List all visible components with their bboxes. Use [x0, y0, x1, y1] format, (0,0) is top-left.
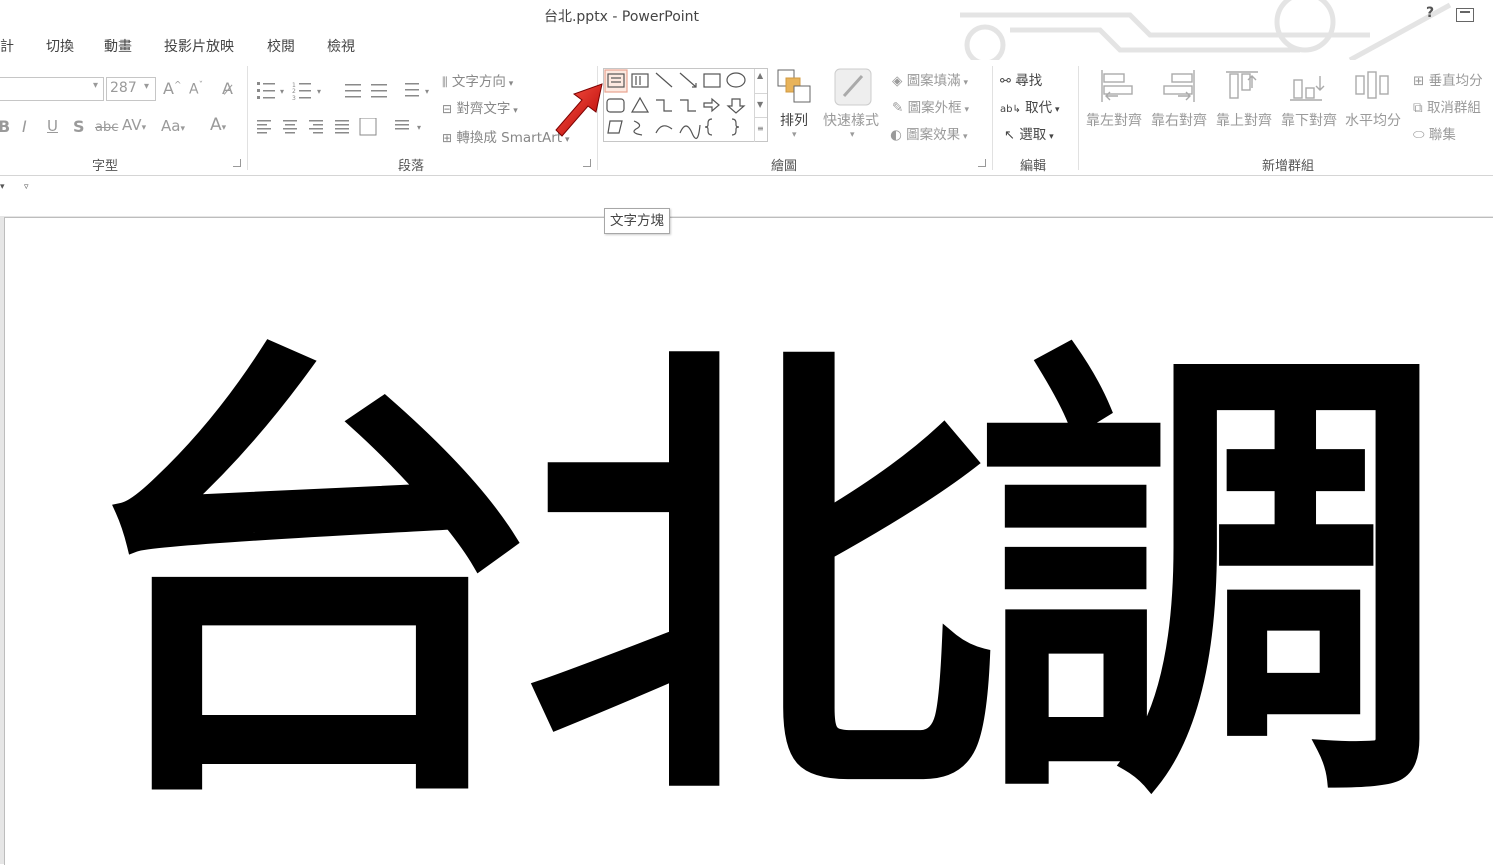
find-button[interactable]: ⚯ 尋找: [1000, 69, 1042, 89]
font-name-input[interactable]: ▾: [0, 77, 104, 101]
shapes-gallery[interactable]: ▲ ▼ ≡: [603, 68, 768, 142]
convert-smartart-button[interactable]: ⊞ 轉換成 SmartArt ▾: [442, 126, 569, 146]
tab-slideshow[interactable]: 投影片放映: [164, 36, 234, 56]
ungroup-icon: ⧉: [1413, 100, 1423, 116]
ribbon-tabs: 計 切換 動畫 投影片放映 校閱 檢視: [0, 32, 1493, 58]
character-spacing-icon[interactable]: AV▾: [122, 116, 146, 134]
slide-canvas[interactable]: 台北調: [4, 217, 1493, 865]
group-separator: [247, 66, 248, 170]
ungroup-button[interactable]: ⧉ 取消群組: [1413, 96, 1481, 116]
text-direction-button[interactable]: ⫼ 文字方向 ▾: [442, 70, 513, 90]
tab-view[interactable]: 檢視: [327, 36, 355, 56]
group-separator: [1078, 66, 1079, 170]
shrink-font-icon[interactable]: Aˇ: [189, 81, 203, 98]
distribute-vertical-button[interactable]: ⊞ 垂直均分: [1413, 69, 1483, 89]
align-left-button[interactable]: 靠左對齊: [1086, 110, 1142, 130]
svg-text:▾: ▾: [425, 87, 429, 96]
shapes-gallery-items[interactable]: [604, 69, 754, 141]
align-text-button[interactable]: ⊟ 對齊文字 ▾: [442, 97, 518, 117]
select-button[interactable]: ↖ 選取 ▾: [1004, 123, 1054, 143]
slide-text[interactable]: 台北調: [75, 323, 1475, 843]
cursor-icon: ↖: [1004, 128, 1015, 143]
dropdown-icon[interactable]: ▾: [0, 182, 5, 192]
quick-styles-button[interactable]: 快速樣式: [823, 110, 879, 130]
drawing-group-label: 繪圖: [771, 159, 798, 174]
paragraph-group-label: 段落: [398, 159, 425, 174]
align-bottom-button[interactable]: 靠下對齊: [1281, 110, 1337, 130]
tab-design[interactable]: 計: [0, 36, 14, 56]
paragraph-alignment-icons[interactable]: ▾: [257, 118, 432, 136]
svg-text:▾: ▾: [417, 123, 421, 132]
font-color-icon[interactable]: A▾: [210, 115, 226, 135]
svg-text:3: 3: [292, 95, 296, 102]
font-size-input[interactable]: 287 ▾: [106, 77, 156, 101]
list-indent-icons[interactable]: ▾ 1 2 3 ▾ ▾: [255, 80, 435, 102]
text-shadow-icon[interactable]: S: [73, 117, 85, 136]
italic-icon[interactable]: I: [22, 117, 27, 136]
shape-effects-button[interactable]: ◐ 圖案效果 ▾: [890, 123, 967, 143]
group-separator: [992, 66, 993, 170]
grow-font-icon[interactable]: A^: [163, 79, 182, 98]
shape-fill-button[interactable]: ◈ 圖案填滿 ▾: [892, 69, 968, 89]
editing-group-label: 編輯: [1020, 159, 1047, 174]
custom-group-label: 新增群組: [1262, 159, 1315, 174]
title-bar: 台北.pptx - PowerPoint ?: [0, 0, 1493, 62]
svg-text:▾: ▾: [280, 87, 284, 96]
svg-text:▾: ▾: [317, 87, 321, 96]
customize-toolbar-icon[interactable]: ▿: [24, 182, 29, 192]
arrange-button[interactable]: 排列: [780, 110, 808, 130]
align-right-button[interactable]: 靠右對齊: [1151, 110, 1207, 130]
strikethrough-icon[interactable]: abc: [95, 120, 118, 135]
gallery-more-icon[interactable]: ≡: [754, 117, 767, 142]
font-dialog-launcher-icon[interactable]: [233, 159, 241, 167]
arrange-icon[interactable]: [776, 68, 812, 106]
quick-styles-icon[interactable]: [834, 68, 872, 106]
union-icon: ⬭: [1413, 127, 1425, 143]
slide-workspace: 台北調: [0, 216, 1493, 865]
tooltip: 文字方塊: [604, 208, 670, 234]
font-group-label: 字型: [92, 159, 119, 174]
drawing-dialog-launcher-icon[interactable]: [978, 159, 986, 167]
gallery-scroll-up-icon[interactable]: ▲: [754, 69, 767, 93]
shape-outline-button[interactable]: ✎ 圖案外框 ▾: [892, 96, 969, 116]
align-top-button[interactable]: 靠上對齊: [1216, 110, 1272, 130]
bold-icon[interactable]: B: [0, 117, 10, 136]
distribute-horizontal-button[interactable]: 水平均分: [1345, 110, 1401, 130]
change-case-icon[interactable]: Aa▾: [161, 117, 185, 135]
replace-button[interactable]: ab↳ 取代 ▾: [1000, 96, 1060, 116]
tab-animations[interactable]: 動畫: [104, 36, 132, 56]
binoculars-icon: ⚯: [1000, 74, 1011, 89]
paragraph-dialog-launcher-icon[interactable]: [583, 159, 591, 167]
clear-formatting-icon[interactable]: A̷: [222, 79, 233, 98]
svg-text:2: 2: [292, 88, 296, 95]
underline-icon[interactable]: U: [47, 117, 58, 135]
ribbon-display-options-icon[interactable]: [1456, 8, 1474, 22]
font-size-value: 287: [110, 80, 137, 96]
tab-transitions[interactable]: 切換: [46, 36, 74, 56]
union-button[interactable]: ⬭ 聯集: [1413, 123, 1456, 143]
pointer-arrow-icon: [555, 83, 603, 137]
help-button[interactable]: ?: [1426, 5, 1434, 21]
tab-review[interactable]: 校閱: [267, 36, 295, 56]
align-icons: [1101, 70, 1389, 102]
quick-access-bar: ▾ ▿: [0, 176, 1493, 216]
window-title: 台北.pptx - PowerPoint: [543, 9, 700, 25]
gallery-scroll-down-icon[interactable]: ▼: [754, 93, 767, 118]
ribbon: ▾ 287 ▾ A^ Aˇ A̷ B I U S abc AV▾ Aa▾ A▾ …: [0, 60, 1493, 176]
distribute-vertical-icon: ⊞: [1413, 73, 1425, 89]
replace-icon: ab↳: [1000, 104, 1021, 115]
